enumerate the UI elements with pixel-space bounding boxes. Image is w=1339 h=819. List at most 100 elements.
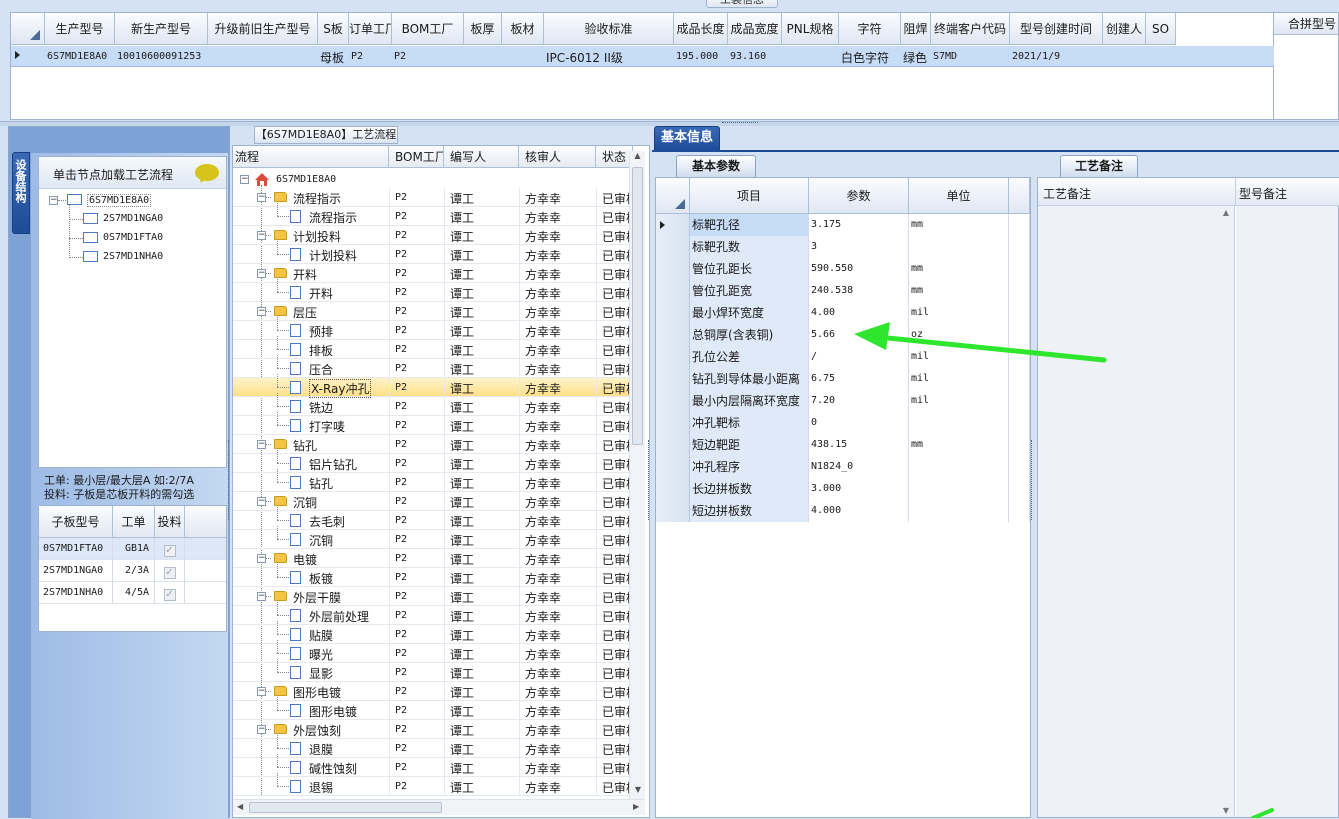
collapse-icon[interactable]: − (240, 175, 249, 184)
collapse-icon[interactable]: − (257, 440, 266, 449)
model-grid[interactable]: 生产型号新生产型号升级前旧生产型号S板订单工厂BOM工厂板厚板材验收标准成品长度… (10, 12, 1275, 120)
params-row[interactable]: 短边拼板数 4.000 (656, 500, 1030, 522)
model-grid-row[interactable]: 6S7MD1E8A0 10010600091253 母板 P2 P2 IPC-6012 I… (11, 46, 1275, 67)
collapse-icon[interactable]: − (257, 554, 266, 563)
param-value[interactable]: 3.000 (809, 478, 909, 500)
process-row[interactable]: − 电镀 P2 谭工 方幸幸 已审核 (233, 549, 629, 568)
process-row[interactable]: 去毛刺 P2 谭工 方幸幸 已审核 (233, 507, 629, 530)
tab-basic-params[interactable]: 基本参数 (676, 155, 756, 177)
tab-basic-info[interactable]: 基本信息 (654, 126, 720, 150)
process-row[interactable]: 退膜 P2 谭工 方幸幸 已审核 (233, 735, 629, 758)
process-column-header[interactable]: 核审人 (519, 146, 596, 168)
params-column-header[interactable]: 参数 (809, 178, 909, 214)
table-row[interactable]: 0S7MD1FTA0 GB1A ✓ (39, 538, 226, 560)
process-row[interactable]: 流程指示 P2 谭工 方幸幸 已审核 (233, 203, 629, 226)
model-remark-input[interactable] (1236, 206, 1338, 817)
process-column-header[interactable]: 编写人 (444, 146, 519, 168)
process-row[interactable]: 打字唛 P2 谭工 方幸幸 已审核 (233, 412, 629, 435)
params-row[interactable]: 短边靶距 438.15 mm (656, 434, 1030, 456)
param-value[interactable]: 240.538 (809, 280, 909, 302)
process-column-header[interactable]: 流程 (233, 146, 389, 168)
process-row[interactable]: 钻孔 P2 谭工 方幸幸 已审核 (233, 469, 629, 492)
process-remark-input[interactable] (1038, 206, 1235, 817)
scroll-left-icon[interactable]: ◀ (237, 802, 243, 811)
scroll-right-icon[interactable]: ▶ (633, 802, 639, 811)
checked-checkbox[interactable]: ✓ (163, 567, 176, 579)
sub-board-column-header[interactable]: 投料 (155, 506, 185, 538)
collapse-icon[interactable]: − (257, 193, 266, 202)
process-row[interactable]: − 外层蚀刻 P2 谭工 方幸幸 已审核 (233, 720, 629, 739)
param-value[interactable]: 4.000 (809, 500, 909, 522)
column-header[interactable]: 成品长度 (674, 13, 728, 45)
process-row[interactable]: − 流程指示 P2 谭工 方幸幸 已审核 (233, 188, 629, 207)
process-row[interactable]: 预排 P2 谭工 方幸幸 已审核 (233, 317, 629, 340)
param-value[interactable]: 590.550 (809, 258, 909, 280)
hscroll-thumb[interactable] (249, 802, 442, 813)
scroll-up-icon[interactable]: ▲ (1218, 208, 1234, 217)
tab-process-remarks[interactable]: 工艺备注 (1060, 155, 1138, 177)
column-header[interactable]: 新生产型号 (115, 13, 208, 45)
scroll-down-icon[interactable]: ▼ (1218, 806, 1234, 815)
device-structure-tab[interactable]: 设备结构 (12, 152, 30, 234)
tree-node-label[interactable]: 2S7MD1NHA0 (103, 251, 163, 262)
process-row[interactable]: 铝片钻孔 P2 谭工 方幸幸 已审核 (233, 450, 629, 473)
table-row[interactable]: 2S7MD1NGA0 2/3A ✓ (39, 560, 226, 582)
collapse-icon[interactable]: − (257, 592, 266, 601)
process-row[interactable]: − 层压 P2 谭工 方幸幸 已审核 (233, 302, 629, 321)
table-row[interactable]: 2S7MD1NHA0 4/5A ✓ (39, 582, 226, 604)
column-header[interactable]: 升级前旧生产型号 (208, 13, 318, 45)
collapse-icon[interactable]: − (257, 231, 266, 240)
param-value[interactable]: 438.15 (809, 434, 909, 456)
sub-board-column-header[interactable]: 子板型号 (39, 506, 113, 538)
column-header[interactable]: 板材 (502, 13, 544, 45)
tree-root-label[interactable]: 6S7MD1E8A0 (87, 194, 152, 207)
collapse-icon[interactable]: − (257, 687, 266, 696)
process-row[interactable]: − 计划投料 P2 谭工 方幸幸 已审核 (233, 226, 629, 245)
process-row[interactable]: 外层前处理 P2 谭工 方幸幸 已审核 (233, 602, 629, 625)
column-header[interactable]: 型号创建时间 (1010, 13, 1103, 45)
param-value[interactable]: 0 (809, 412, 909, 434)
collapse-icon[interactable]: − (257, 307, 266, 316)
process-row[interactable]: X-Ray冲孔 P2 谭工 方幸幸 已审核 (233, 374, 629, 398)
column-header[interactable]: 终端客户代码 (931, 13, 1010, 45)
process-row[interactable]: 贴膜 P2 谭工 方幸幸 已审核 (233, 621, 629, 644)
checked-checkbox[interactable]: ✓ (163, 545, 176, 557)
process-row[interactable]: − 钻孔 P2 谭工 方幸幸 已审核 (233, 435, 629, 454)
params-row[interactable]: 长边拼板数 3.000 (656, 478, 1030, 500)
tree-node-label[interactable]: 0S7MD1FTA0 (103, 232, 163, 243)
vscroll-thumb[interactable] (632, 167, 643, 445)
column-header[interactable]: 验收标准 (544, 13, 674, 45)
process-row[interactable]: 开料 P2 谭工 方幸幸 已审核 (233, 279, 629, 302)
column-header[interactable]: 字符 (839, 13, 901, 45)
params-row[interactable]: 冲孔靶标 0 (656, 412, 1030, 434)
process-row[interactable]: 碱性蚀刻 P2 谭工 方幸幸 已审核 (233, 754, 629, 777)
params-column-header[interactable]: 项目 (690, 178, 809, 214)
column-header[interactable]: 板厚 (464, 13, 502, 45)
checkbox-cell[interactable]: ✓ (155, 582, 185, 604)
collapse-icon[interactable]: − (49, 196, 58, 205)
process-row[interactable]: 铣边 P2 谭工 方幸幸 已审核 (233, 393, 629, 416)
params-column-header[interactable]: 单位 (909, 178, 1009, 214)
params-row[interactable]: 管位孔距宽 240.538 mm (656, 280, 1030, 302)
collapse-icon[interactable]: − (257, 725, 266, 734)
column-header[interactable]: 生产型号 (45, 13, 115, 45)
process-row[interactable]: 显影 P2 谭工 方幸幸 已审核 (233, 659, 629, 682)
column-header[interactable]: 阻焊 (901, 13, 931, 45)
process-row[interactable]: 计划投料 P2 谭工 方幸幸 已审核 (233, 241, 629, 264)
params-row[interactable]: 标靶孔数 3 (656, 236, 1030, 258)
checked-checkbox[interactable]: ✓ (163, 589, 176, 601)
scroll-down-icon[interactable]: ▼ (630, 785, 646, 799)
splitter-right[interactable] (1031, 440, 1035, 520)
params-row[interactable]: 管位孔距长 590.550 mm (656, 258, 1030, 280)
process-row[interactable]: 排板 P2 谭工 方幸幸 已审核 (233, 336, 629, 359)
process-row[interactable]: 图形电镀 P2 谭工 方幸幸 已审核 (233, 697, 629, 720)
column-header[interactable]: S板 (318, 13, 349, 45)
collapse-icon[interactable]: − (257, 269, 266, 278)
column-header[interactable]: PNL规格 (782, 13, 839, 45)
splitter-left[interactable] (228, 440, 232, 520)
params-row[interactable]: 最小内层隔离环宽度 7.20 mil (656, 390, 1030, 412)
process-vscroll[interactable]: ▲ ▼ (629, 151, 645, 799)
param-value[interactable]: 3 (809, 236, 909, 258)
process-hscroll[interactable]: ◀ ▶ (233, 799, 645, 815)
column-header[interactable]: 订单工厂 (349, 13, 392, 45)
